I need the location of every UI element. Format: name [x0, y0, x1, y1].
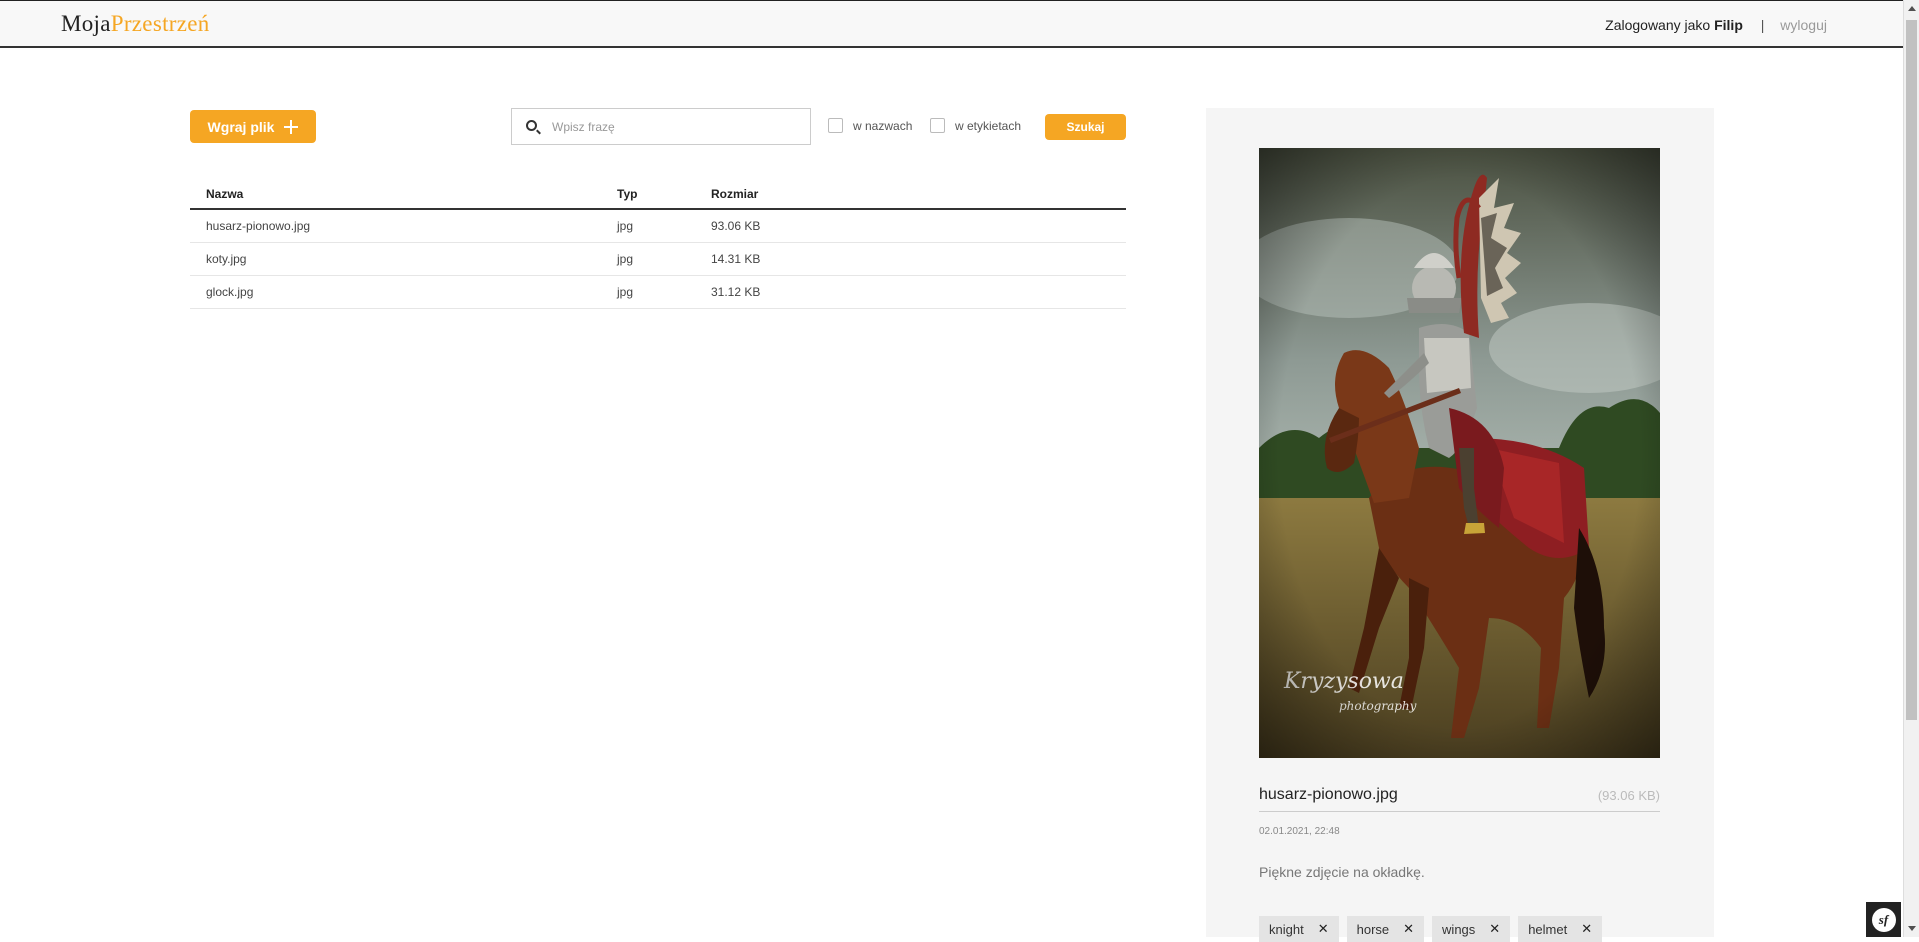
remove-tag-icon[interactable]: ✕ — [1318, 921, 1329, 937]
file-type-cell: jpg — [617, 219, 634, 233]
search-button[interactable]: Szukaj — [1045, 114, 1126, 140]
filter-tags-label: w etykietach — [955, 118, 1022, 133]
tag-label: helmet — [1528, 921, 1568, 937]
symfony-debug-toolbar-button[interactable]: sf — [1866, 902, 1901, 937]
app-logo[interactable]: MojaPrzestrzeń — [61, 11, 210, 37]
file-name-cell: koty.jpg — [206, 252, 247, 266]
tag-label: horse — [1356, 921, 1390, 937]
hussar-photo: Kryzysowa photography — [1259, 148, 1660, 758]
filter-names-checkbox[interactable] — [828, 118, 843, 133]
tag-label: wings — [1442, 921, 1476, 937]
preview-file-size: (93.06 KB) — [1597, 788, 1660, 803]
preview-upload-date: 02.01.2021, 22:48 — [1259, 826, 1340, 837]
file-size-cell: 31.12 KB — [711, 285, 761, 299]
plus-icon — [284, 119, 299, 134]
column-type-header[interactable]: Typ — [617, 187, 637, 201]
filter-names-label: w nazwach — [853, 118, 913, 133]
file-size-cell: 93.06 KB — [711, 219, 761, 233]
table-row[interactable]: glock.jpg jpg 31.12 KB — [190, 276, 1126, 309]
table-header: Nazwa Typ Rozmiar — [190, 180, 1126, 210]
user-bar: Zalogowany jako Filip | wyloguj — [1605, 17, 1827, 33]
remove-tag-icon[interactable]: ✕ — [1489, 921, 1500, 937]
preview-file-name: husarz-pionowo.jpg — [1259, 786, 1398, 803]
top-navbar: MojaPrzestrzeń Zalogowany jako Filip | w… — [0, 0, 1903, 48]
file-name-cell: husarz-pionowo.jpg — [206, 219, 311, 233]
remove-tag-icon[interactable]: ✕ — [1581, 921, 1592, 937]
column-name-header[interactable]: Nazwa — [206, 187, 243, 201]
vertical-scrollbar[interactable] — [1903, 0, 1919, 937]
filter-tags[interactable]: w etykietach — [930, 118, 1021, 133]
search-box — [511, 108, 811, 145]
tag-item: knight ✕ — [1259, 916, 1339, 942]
file-size-cell: 14.31 KB — [711, 252, 761, 266]
file-type-cell: jpg — [617, 252, 634, 266]
file-type-cell: jpg — [617, 285, 634, 299]
file-table: Nazwa Typ Rozmiar husarz-pionowo.jpg jpg… — [190, 180, 1126, 309]
column-size-header[interactable]: Rozmiar — [711, 187, 758, 201]
logo-part-moja: Moja — [61, 11, 111, 36]
table-row[interactable]: husarz-pionowo.jpg jpg 93.06 KB — [190, 210, 1126, 243]
search-icon — [526, 120, 537, 131]
table-row[interactable]: koty.jpg jpg 14.31 KB — [190, 243, 1126, 276]
filter-tags-checkbox[interactable] — [930, 118, 945, 133]
scrollbar-thumb[interactable] — [1906, 20, 1917, 720]
scroll-down-arrow-icon[interactable] — [1908, 926, 1916, 931]
file-name-cell: glock.jpg — [206, 285, 254, 299]
logout-link[interactable]: wyloguj — [1780, 17, 1827, 33]
file-preview-panel: Kryzysowa photography husarz-pionowo.jpg… — [1206, 108, 1714, 942]
tag-item: wings ✕ — [1432, 916, 1511, 942]
filter-names[interactable]: w nazwach — [828, 118, 912, 133]
username: Filip — [1714, 17, 1743, 33]
logged-in-label: Zalogowany jako — [1605, 17, 1711, 33]
preview-image: Kryzysowa photography — [1259, 148, 1660, 758]
scroll-up-arrow-icon[interactable] — [1908, 6, 1916, 11]
remove-tag-icon[interactable]: ✕ — [1403, 921, 1414, 937]
tag-label: knight — [1269, 921, 1304, 937]
tag-list: knight ✕ horse ✕ wings ✕ helmet ✕ — [1259, 916, 1603, 942]
upload-button-label: Wgraj plik — [207, 118, 275, 135]
divider — [1259, 811, 1660, 812]
upload-file-button[interactable]: Wgraj plik — [190, 110, 316, 143]
search-input[interactable] — [552, 109, 802, 144]
preview-description[interactable]: Piękne zdjęcie na okładkę. — [1259, 864, 1425, 880]
tag-item: helmet ✕ — [1518, 916, 1603, 942]
tag-item: horse ✕ — [1346, 916, 1425, 942]
logo-part-przestrzen: Przestrzeń — [110, 11, 210, 36]
symfony-icon: sf — [1871, 907, 1896, 932]
separator: | — [1760, 17, 1765, 33]
